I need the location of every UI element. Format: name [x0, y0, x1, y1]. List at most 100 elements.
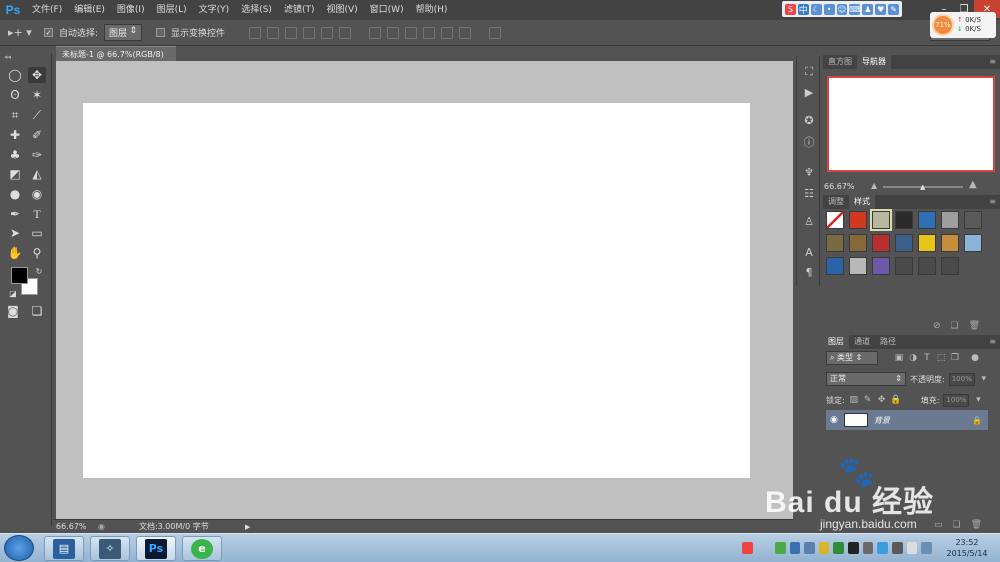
foreground-color-swatch[interactable]	[11, 267, 28, 284]
style-swatch[interactable]	[895, 257, 913, 275]
new-style-icon[interactable]: ❏	[950, 321, 958, 333]
menu-help[interactable]: 帮助(H)	[410, 0, 454, 20]
tab-styles[interactable]: 样式	[849, 195, 875, 209]
lock-position-icon[interactable]: ✥	[877, 395, 887, 405]
qq-icon[interactable]	[848, 542, 859, 554]
ime-mode[interactable]: 中	[797, 3, 809, 16]
chevron-down-icon[interactable]: ▾	[979, 374, 989, 384]
taskbar-photoshop[interactable]: Ps	[136, 536, 176, 561]
character-icon[interactable]: A	[803, 246, 815, 259]
distribute-hcenter-icon[interactable]	[441, 26, 454, 39]
navigator-preview[interactable]	[827, 76, 995, 172]
menu-select[interactable]: 选择(S)	[235, 0, 278, 20]
smile-icon[interactable]: ☺	[836, 3, 848, 15]
collapse-arrows-icon[interactable]: ◂◂	[0, 53, 52, 63]
display-icon[interactable]	[804, 542, 815, 554]
blend-mode-dropdown[interactable]: 正常 ⇕	[826, 372, 906, 386]
panel-menu-icon[interactable]: ≡	[989, 57, 996, 66]
menu-edit[interactable]: 编辑(E)	[68, 0, 111, 20]
keyboard-icon[interactable]: ⌨	[849, 3, 861, 15]
filter-toggle-icon[interactable]: ●	[970, 353, 980, 363]
lasso-icon[interactable]: ʘ	[6, 87, 24, 103]
auto-align-icon[interactable]	[489, 26, 502, 39]
move-tool-icon[interactable]: ✥	[28, 67, 46, 83]
swap-colors-icon[interactable]: ↻	[30, 263, 48, 279]
shirt-icon[interactable]: ♥	[875, 3, 887, 15]
panel-menu-icon[interactable]: ≡	[989, 197, 996, 206]
menu-type[interactable]: 文字(Y)	[193, 0, 236, 20]
align-hcenter-icon[interactable]	[321, 26, 334, 39]
menu-file[interactable]: 文件(F)	[26, 0, 68, 20]
delete-layer-icon[interactable]: 🗑	[971, 520, 982, 532]
network-speed-widget[interactable]: 71% ↑ 0K/S ↓ 0K/S	[930, 12, 996, 38]
distribute-left-icon[interactable]	[423, 26, 436, 39]
usb-icon[interactable]	[862, 542, 874, 554]
document-canvas[interactable]	[83, 103, 750, 478]
move-tool-preset-icon[interactable]: ▸+ ▾	[8, 24, 38, 42]
style-swatch[interactable]	[895, 211, 913, 229]
dodge-icon[interactable]: ◉	[28, 186, 46, 202]
eraser-icon[interactable]: ◩	[6, 166, 24, 182]
delete-style-icon[interactable]: 🗑	[969, 321, 980, 333]
style-swatch[interactable]	[849, 257, 867, 275]
elliptical-marquee-icon[interactable]: ◯	[6, 67, 24, 83]
volume-icon[interactable]	[892, 542, 903, 554]
tab-adjustments[interactable]: 调整	[823, 195, 849, 209]
style-swatch[interactable]	[941, 257, 959, 275]
document-tab[interactable]: 未标题-1 @ 66.7%(RGB/8) ×	[56, 46, 176, 74]
healing-brush-icon[interactable]: ✚	[6, 127, 24, 143]
brush-presets-icon[interactable]: ♆	[803, 166, 815, 179]
color-icon[interactable]: ✪	[803, 114, 815, 127]
wrench-icon[interactable]: ✎	[888, 3, 899, 15]
paragraph-icon[interactable]: ¶	[803, 266, 815, 279]
lock-pixels-icon[interactable]: ✎	[863, 395, 873, 405]
wifi-icon[interactable]	[921, 542, 933, 554]
screen-mode-icon[interactable]: ❏	[28, 303, 46, 319]
new-layer-icon[interactable]: ❏	[952, 520, 960, 532]
filter-smart-icon[interactable]: ❐	[950, 353, 960, 363]
windows-start-icon[interactable]	[4, 535, 34, 561]
filter-adjustment-icon[interactable]: ◑	[908, 353, 918, 363]
type-tool-icon[interactable]: T	[28, 206, 46, 222]
panel-menu-icon[interactable]: ≡	[989, 337, 996, 346]
distribute-bottom-icon[interactable]	[405, 26, 418, 39]
align-top-icon[interactable]	[249, 26, 262, 39]
eyedropper-icon[interactable]: ⟋	[28, 107, 46, 123]
status-zoom[interactable]: 66.67%	[56, 522, 92, 531]
align-left-icon[interactable]	[303, 26, 316, 39]
style-swatch[interactable]	[941, 234, 959, 252]
flag-icon[interactable]	[906, 542, 918, 554]
lock-all-icon[interactable]: 🔒	[890, 395, 901, 405]
battery-icon[interactable]	[774, 542, 786, 554]
slider-knob-icon[interactable]: ▲	[920, 183, 925, 191]
style-swatch[interactable]	[872, 257, 890, 275]
taskbar-app-2[interactable]: ✧	[90, 536, 130, 561]
align-vcenter-icon[interactable]	[267, 26, 280, 39]
style-swatch[interactable]	[895, 234, 913, 252]
zoom-out-icon[interactable]: ▲	[871, 181, 877, 190]
layer-name[interactable]: 背景	[874, 415, 966, 426]
crop-icon[interactable]: ⌗	[6, 107, 24, 123]
chevron-down-icon[interactable]: ▾	[973, 395, 983, 405]
moon-icon[interactable]: ☾	[810, 3, 822, 15]
taskbar-clock[interactable]: 23:52 2015/5/14	[940, 537, 994, 559]
distribute-vcenter-icon[interactable]	[387, 26, 400, 39]
style-swatch[interactable]	[826, 211, 844, 229]
tab-layers[interactable]: 图层	[823, 335, 849, 349]
fill-input[interactable]: 100%	[943, 393, 970, 407]
history-icon[interactable]: ⛶	[803, 65, 815, 78]
layer-row-background[interactable]: ◉ 背景 🔒	[826, 410, 988, 430]
security-icon[interactable]	[818, 542, 830, 554]
style-swatch[interactable]	[918, 234, 936, 252]
info-icon[interactable]: ⓘ	[803, 136, 815, 149]
style-swatch[interactable]	[826, 257, 844, 275]
user-icon[interactable]: ♟	[862, 3, 874, 15]
paint-bucket-icon[interactable]: ◭	[28, 166, 46, 182]
history-brush-icon[interactable]: ✑	[28, 147, 46, 163]
style-swatch[interactable]	[918, 257, 936, 275]
navigator-zoom-value[interactable]: 66.67%	[824, 182, 855, 191]
rectangle-shape-icon[interactable]: ▭	[28, 225, 46, 241]
style-swatch[interactable]	[872, 234, 890, 252]
magic-wand-icon[interactable]: ✶	[28, 87, 46, 103]
tab-paths[interactable]: 路径	[875, 335, 901, 349]
